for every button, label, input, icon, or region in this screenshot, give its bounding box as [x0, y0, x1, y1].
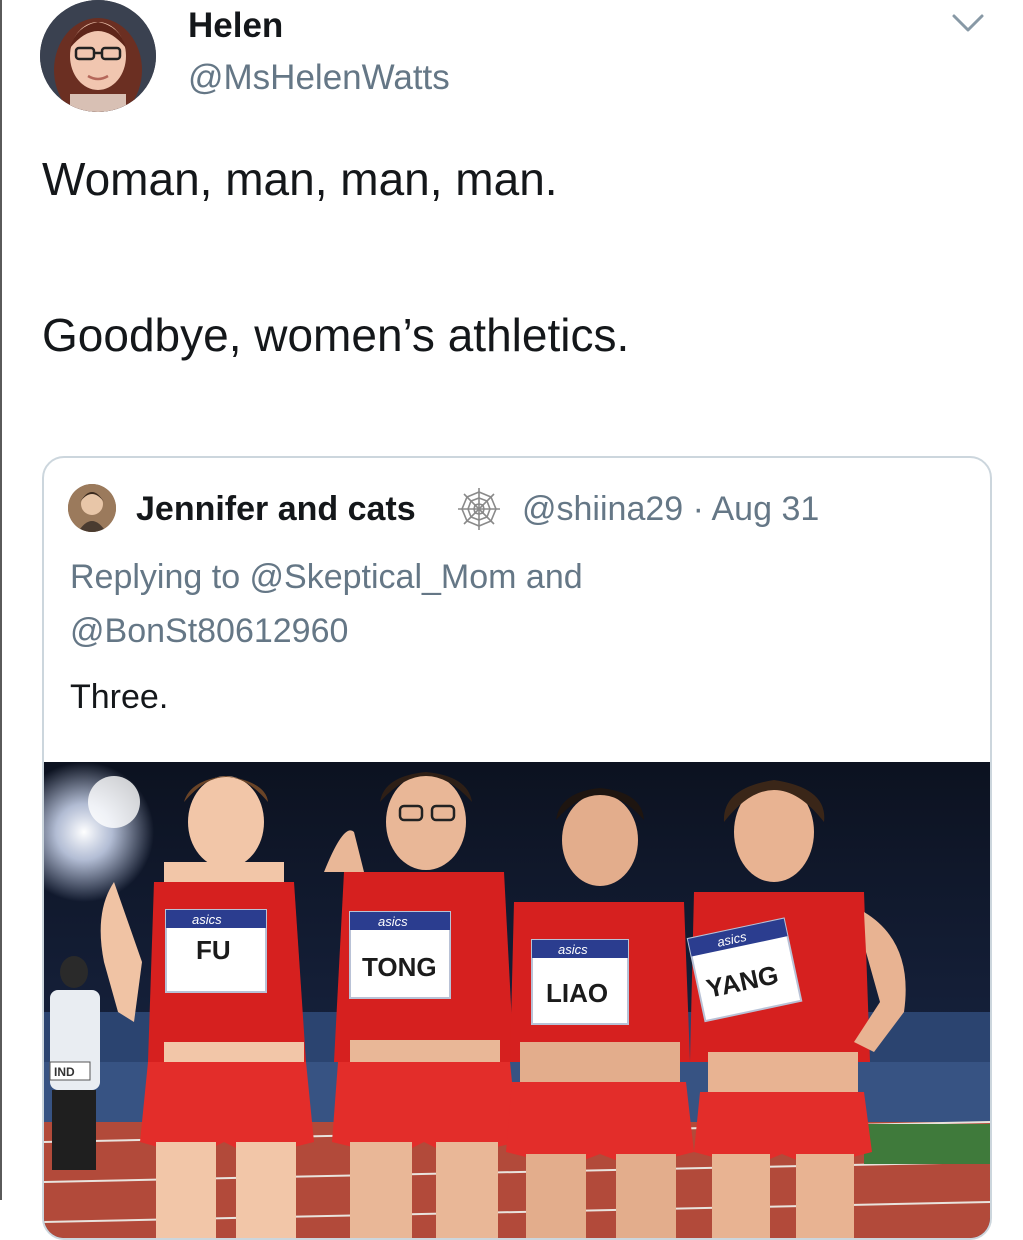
quoted-tweet-photo[interactable]: IND asics FU asics TONG asics LIAO asics…: [44, 762, 990, 1238]
quoted-tweet-text: Three.: [70, 678, 169, 716]
author-name[interactable]: Helen: [188, 6, 283, 46]
quoted-handle-date: @shiina29 · Aug 31: [522, 490, 820, 528]
quoted-author-avatar: [68, 484, 116, 532]
quoted-tweet-card[interactable]: Jennifer and cats @shiina29 · Aug 31 Rep…: [42, 456, 992, 1240]
reply-context-line-2[interactable]: @BonSt80612960: [70, 612, 348, 651]
bib-liao: LIAO: [546, 978, 608, 1008]
left-edge-divider: [0, 0, 2, 1200]
author-avatar[interactable]: [40, 0, 156, 112]
reply-context-line-1[interactable]: Replying to @Skeptical_Mom and: [70, 558, 583, 597]
bib-fu: FU: [196, 935, 231, 965]
bib-sponsor: asics: [558, 942, 588, 957]
author-handle[interactable]: @MsHelenWatts: [188, 58, 450, 98]
bib-sponsor: asics: [378, 914, 408, 929]
spiderweb-icon: [456, 486, 502, 532]
chevron-down-icon[interactable]: [948, 10, 988, 36]
tweet-text-line-2: Goodbye, women’s athletics.: [42, 309, 630, 361]
quoted-author-name: Jennifer and cats: [136, 490, 416, 528]
tweet-text-line-1: Woman, man, man, man.: [42, 153, 558, 205]
bib-sponsor: asics: [192, 912, 222, 927]
background-sign-text: IND: [54, 1065, 75, 1079]
bib-tong: TONG: [362, 952, 437, 982]
